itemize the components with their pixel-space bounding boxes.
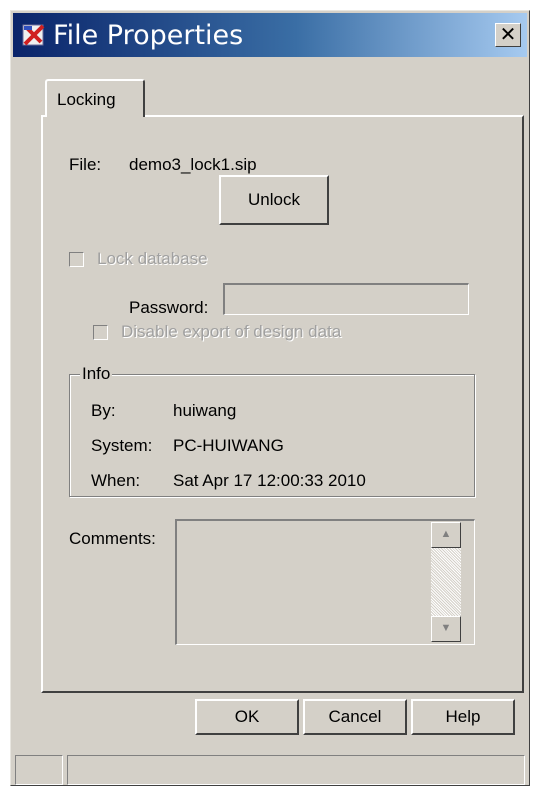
help-button[interactable]: Help: [411, 699, 515, 735]
file-properties-dialog: File Properties ✕ Locking File: demo3_lo…: [10, 10, 530, 786]
ok-button-label: OK: [234, 707, 260, 726]
status-bar: [15, 755, 527, 785]
status-pane-2: [67, 755, 525, 785]
info-legend: Info: [80, 364, 113, 384]
system-label: System:: [91, 436, 153, 455]
status-pane-1: [15, 755, 63, 785]
when-label: When:: [91, 471, 141, 490]
close-icon: ✕: [499, 22, 517, 46]
scroll-down-icon[interactable]: ▼: [431, 616, 461, 642]
cancel-button-label: Cancel: [328, 707, 382, 726]
system-value: PC-HUIWANG: [173, 436, 284, 455]
window-title: File Properties: [53, 20, 244, 51]
lock-database-checkbox[interactable]: [69, 252, 84, 267]
cancel-button[interactable]: Cancel: [303, 699, 407, 735]
by-label: By:: [91, 401, 116, 420]
when-value: Sat Apr 17 12:00:33 2010: [173, 471, 366, 490]
tab-locking[interactable]: Locking: [45, 79, 145, 117]
comments-scrollbar[interactable]: ▲ ▼: [431, 522, 461, 642]
password-label: Password:: [129, 298, 209, 317]
by-value: huiwang: [173, 401, 237, 420]
lock-database-label: Lock database: [97, 249, 208, 268]
comments-textarea[interactable]: [175, 519, 475, 645]
tab-locking-label: Locking: [57, 90, 116, 109]
app-icon: [22, 24, 45, 46]
file-label: File:: [69, 155, 102, 174]
ok-button[interactable]: OK: [195, 699, 299, 735]
file-value: demo3_lock1.sip: [129, 155, 257, 174]
unlock-button-label: Unlock: [248, 190, 300, 209]
scroll-up-icon[interactable]: ▲: [431, 522, 461, 548]
disable-export-checkbox[interactable]: [93, 325, 108, 340]
disable-export-label: Disable export of design data: [121, 322, 342, 341]
password-field[interactable]: [223, 283, 469, 315]
close-button[interactable]: ✕: [495, 23, 521, 47]
comments-label: Comments:: [69, 529, 156, 548]
help-button-label: Help: [445, 707, 481, 726]
unlock-button[interactable]: Unlock: [219, 175, 329, 225]
title-bar[interactable]: File Properties ✕: [13, 13, 527, 57]
